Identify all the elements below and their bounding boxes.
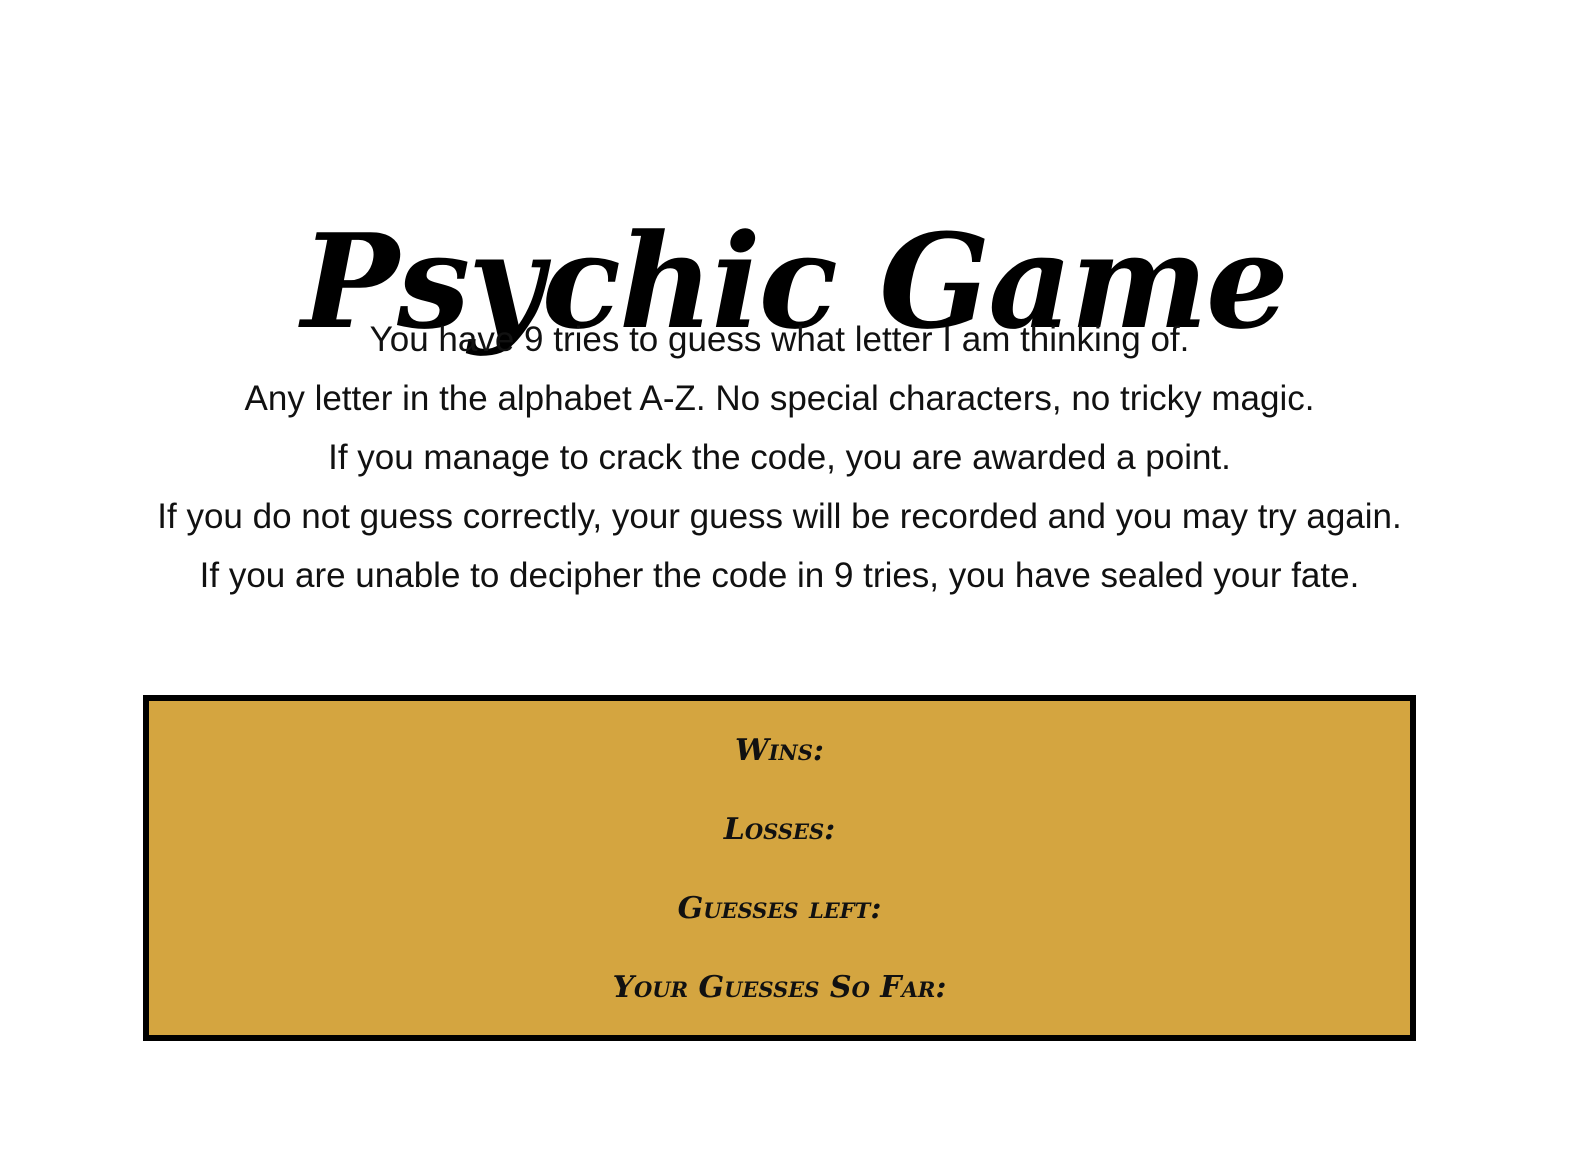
- instruction-line: Any letter in the alphabet A-Z. No speci…: [244, 379, 1315, 418]
- instruction-line: You have 9 tries to guess what letter I …: [369, 320, 1190, 359]
- wins-label: Wins:: [735, 733, 824, 768]
- instructions: You have 9 tries to guess what letter I …: [143, 310, 1416, 605]
- instruction-line: If you do not guess correctly, your gues…: [157, 497, 1402, 595]
- losses-label: Losses:: [723, 812, 836, 847]
- guesses-left-label: Guesses left:: [677, 891, 882, 926]
- instruction-line: If you manage to crack the code, you are…: [328, 438, 1231, 477]
- guesses-so-far-label: Your Guesses So Far:: [612, 970, 947, 1005]
- scoreboard-panel: Wins: Losses: Guesses left: Your Guesses…: [143, 695, 1416, 1041]
